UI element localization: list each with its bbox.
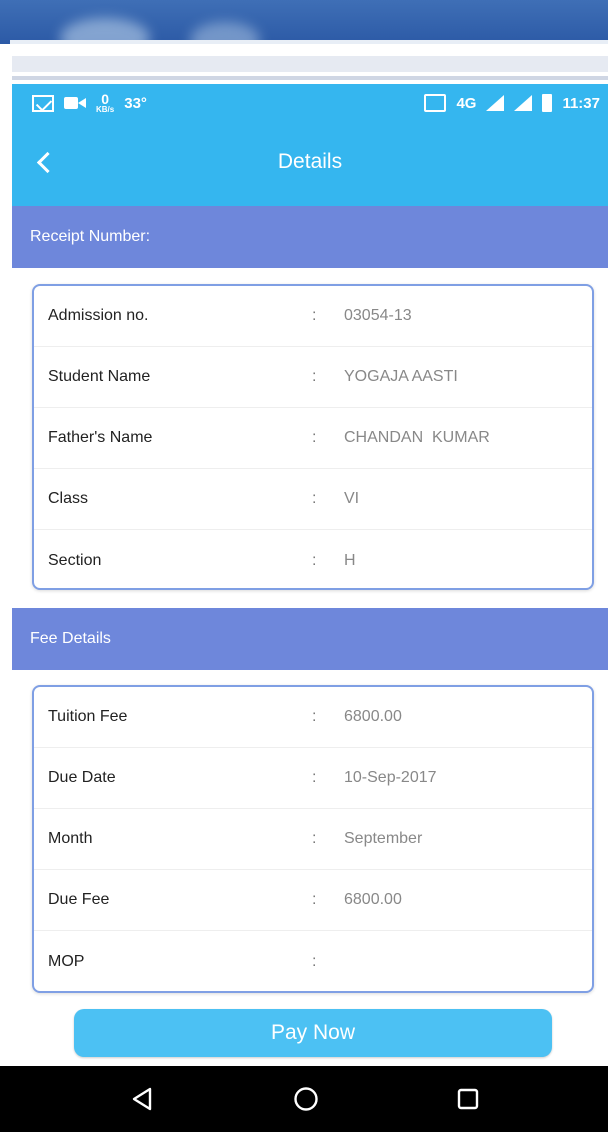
- app-header: Details: [12, 122, 608, 206]
- fee-label: Month: [48, 830, 93, 847]
- network-type: 4G: [456, 94, 477, 112]
- network-speed: 0 KB/s: [96, 92, 114, 114]
- detail-separator: :: [312, 551, 317, 569]
- fee-details-header: Fee Details: [12, 608, 608, 670]
- fee-label: Due Date: [48, 769, 116, 786]
- nav-recent-apps-button[interactable]: [456, 1087, 480, 1111]
- fee-row-tuition: Tuition Fee : 6800.00: [34, 687, 592, 748]
- fee-value: 6800.00: [344, 891, 402, 908]
- detail-value: YOGAJA AASTI: [344, 368, 458, 385]
- detail-value: VI: [344, 490, 360, 507]
- detail-row-class: Class : VI: [34, 469, 592, 530]
- detail-label: Section: [48, 551, 102, 569]
- divider: [12, 76, 608, 80]
- fee-row-due-date: Due Date : 10-Sep-2017: [34, 748, 592, 809]
- cast-icon: [424, 94, 447, 112]
- fee-details-card: Tuition Fee : 6800.00 Due Date : 10-Sep-…: [32, 685, 594, 993]
- student-details-card: Admission no. : 03054-13 Student Name : …: [32, 284, 594, 590]
- divider: [12, 56, 608, 72]
- detail-value: H: [344, 551, 356, 569]
- detail-separator: :: [312, 490, 317, 507]
- triangle-back-icon: [132, 1087, 152, 1111]
- signal-icon: [486, 95, 505, 111]
- temperature: 33°: [124, 94, 147, 112]
- nav-home-button[interactable]: [293, 1086, 319, 1112]
- network-speed-unit: KB/s: [96, 105, 115, 114]
- detail-label: Father's Name: [48, 429, 153, 446]
- receipt-number-header: Receipt Number:: [12, 206, 608, 268]
- fee-value: September: [344, 830, 423, 847]
- fee-value: 6800.00: [344, 708, 402, 725]
- network-speed-value: 0: [101, 91, 110, 107]
- fee-value: 10-Sep-2017: [344, 769, 437, 786]
- detail-row-father-name: Father's Name : CHANDAN KUMAR: [34, 408, 592, 469]
- signal-roaming-icon: [514, 95, 533, 111]
- fee-separator: :: [312, 891, 317, 908]
- nav-back-button[interactable]: [130, 1087, 154, 1111]
- battery-icon: [542, 94, 553, 112]
- mail-icon: [32, 94, 54, 112]
- fee-separator: :: [312, 708, 317, 725]
- fee-separator: :: [312, 952, 317, 970]
- detail-row-student-name: Student Name : YOGAJA AASTI: [34, 347, 592, 408]
- detail-row-section: Section : H: [34, 530, 592, 591]
- detail-label: Student Name: [48, 368, 151, 385]
- detail-separator: :: [312, 307, 317, 324]
- top-gap: [0, 44, 608, 84]
- circle-home-icon: [294, 1087, 318, 1111]
- fee-row-due-fee: Due Fee : 6800.00: [34, 870, 592, 931]
- page-title: Details: [277, 150, 343, 173]
- detail-value: CHANDAN KUMAR: [344, 429, 490, 446]
- detail-label: Admission no.: [48, 307, 149, 324]
- detail-separator: :: [312, 429, 317, 446]
- video-camera-icon: [64, 96, 86, 110]
- square-recent-icon: [457, 1088, 479, 1110]
- fee-label: MOP: [48, 952, 85, 970]
- fee-separator: :: [312, 830, 317, 847]
- pay-now-button[interactable]: Pay Now: [74, 1009, 552, 1057]
- fee-separator: :: [312, 769, 317, 786]
- clock: 11:37: [562, 94, 600, 112]
- system-navigation-bar: [0, 1066, 608, 1132]
- fee-row-mop: MOP :: [34, 931, 592, 992]
- browser-top-strip: [0, 0, 608, 44]
- status-bar: 0 KB/s 33° 4G 11:37: [12, 84, 608, 122]
- detail-label: Class: [48, 490, 89, 507]
- fee-label: Due Fee: [48, 891, 110, 908]
- detail-value: 03054-13: [344, 307, 412, 324]
- fee-label: Tuition Fee: [48, 708, 128, 725]
- detail-separator: :: [312, 368, 317, 385]
- detail-row-admission: Admission no. : 03054-13: [34, 286, 592, 347]
- fee-row-month: Month : September: [34, 809, 592, 870]
